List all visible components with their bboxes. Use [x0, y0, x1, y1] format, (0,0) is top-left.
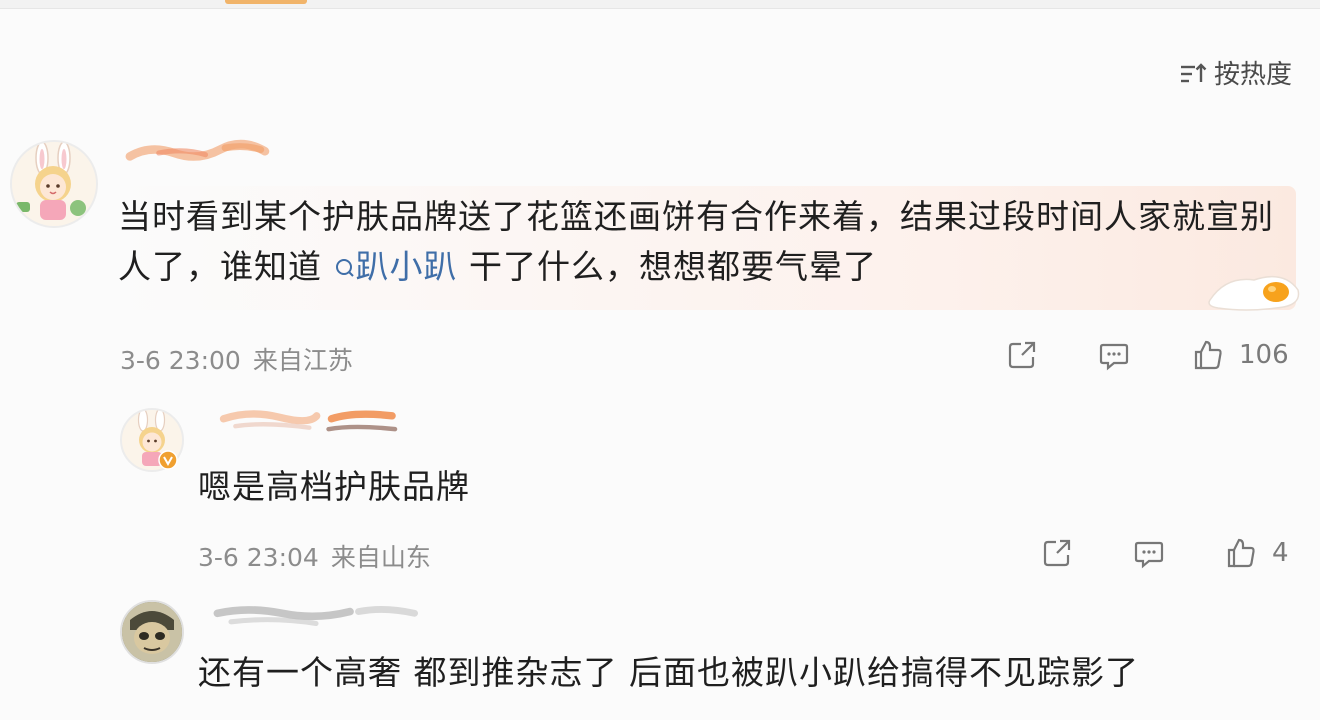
sort-label: 按热度: [1213, 60, 1292, 90]
like-icon[interactable]: [1224, 536, 1258, 570]
avatar[interactable]: [10, 140, 98, 228]
like-count: 4: [1272, 538, 1289, 568]
comment-location: 来自江苏: [252, 346, 353, 375]
top-divider: [0, 0, 1320, 9]
topic-link[interactable]: 趴小趴: [334, 247, 458, 286]
sort-by-hot-button[interactable]: 按热度: [1178, 54, 1292, 91]
comment-text-part: 干了什么，想想都要气晕了: [457, 247, 877, 286]
active-tab-indicator: [225, 0, 307, 4]
character-avatar-icon: [122, 602, 182, 662]
topic-link-label: 趴小趴: [355, 247, 458, 286]
like-icon[interactable]: [1191, 338, 1225, 372]
share-icon[interactable]: [1005, 338, 1039, 372]
bunny-girl-avatar-icon: [12, 142, 96, 226]
search-icon: [335, 259, 354, 277]
comment-text: 当时看到某个护肤品牌送了花篮还画饼有合作来着，结果过段时间人家就宣别人了，谁知道…: [118, 192, 1278, 292]
comment-text: 嗯是高档护肤品牌: [198, 467, 470, 506]
username-redacted[interactable]: [112, 136, 282, 170]
comment-time: 3-6 23:00: [120, 346, 241, 375]
username-redacted[interactable]: [188, 404, 438, 438]
comment-actions: 4: [1040, 536, 1289, 570]
comment-text: 还有一个高奢 都到推杂志了 后面也被趴小趴给搞得不见踪影了: [198, 653, 1139, 692]
like-count: 106: [1239, 340, 1289, 370]
username-redacted[interactable]: [196, 598, 436, 632]
comment-meta: 3-6 23:00 来自江苏: [120, 341, 353, 377]
verified-badge-icon: [158, 450, 178, 470]
comment-time: 3-6 23:04: [198, 543, 319, 572]
comment-location: 来自山东: [330, 543, 431, 572]
fried-egg-icon: [1208, 275, 1300, 311]
comment-icon[interactable]: [1132, 536, 1166, 570]
avatar[interactable]: [120, 600, 184, 664]
sort-hot-icon: [1180, 62, 1207, 82]
comment-actions: 106: [1005, 338, 1289, 372]
comment-meta: 3-6 23:04 来自山东: [198, 538, 431, 574]
share-icon[interactable]: [1040, 536, 1074, 570]
comment-icon[interactable]: [1097, 338, 1131, 372]
